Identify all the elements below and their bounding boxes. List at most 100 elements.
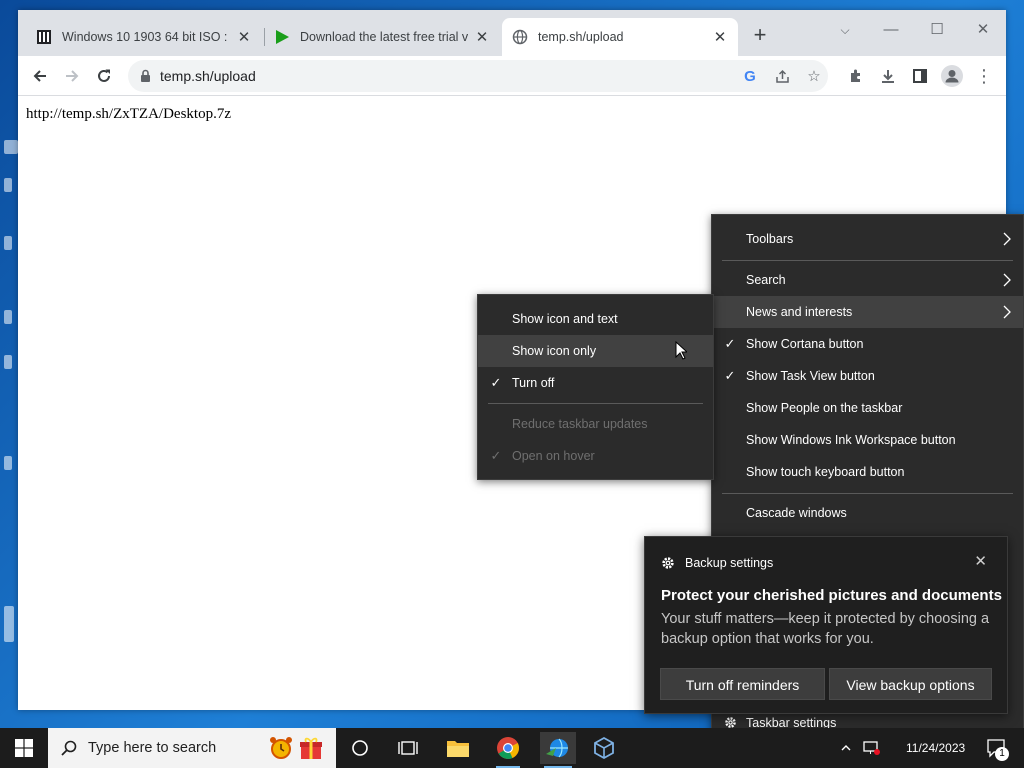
checkmark-icon: ✓ [490, 448, 502, 463]
app-globe-arrow-icon[interactable] [540, 732, 576, 768]
menu-item-toolbars[interactable]: Toolbars [712, 223, 1023, 255]
side-panel-icon[interactable] [906, 62, 934, 90]
back-button[interactable] [26, 62, 54, 90]
menu-item-show-cortana[interactable]: ✓ Show Cortana button [712, 328, 1023, 360]
checkmark-icon: ✓ [724, 336, 736, 351]
menu-item-label: Toolbars [746, 232, 794, 246]
url-text[interactable]: temp.sh/upload [160, 68, 256, 84]
desktop-icon-fragment[interactable] [4, 310, 12, 324]
toast-body: Your stuff matters—keep it protected by … [661, 611, 990, 647]
lock-icon[interactable] [140, 69, 151, 83]
extensions-icon[interactable] [842, 62, 870, 90]
menu-item-label: Show Windows Ink Workspace button [746, 433, 956, 447]
tab-download-trial[interactable]: Download the latest free trial ver ✕ [264, 18, 500, 56]
desktop-icon-fragment[interactable] [4, 606, 14, 642]
address-bar[interactable]: temp.sh/upload G ☆ [128, 60, 828, 92]
menu-item-label: Reduce taskbar updates [512, 417, 648, 431]
menu-item-cascade-windows[interactable]: Cascade windows [712, 497, 1023, 529]
archive-icon [36, 29, 52, 45]
menu-item-show-people[interactable]: Show People on the taskbar [712, 392, 1023, 424]
tab-strip: Windows 10 1903 64 bit ISO : M ✕ Downloa… [18, 10, 1006, 56]
chevron-up-icon[interactable] [836, 732, 856, 764]
back-arrow-icon [33, 70, 46, 82]
bookmark-star-icon[interactable]: ☆ [802, 64, 826, 88]
reload-button[interactable] [90, 62, 118, 90]
close-tab-icon[interactable]: ✕ [236, 28, 252, 46]
cortana-icon[interactable] [344, 732, 376, 764]
desktop-icon-fragment[interactable] [4, 456, 12, 470]
menu-item-news-and-interests[interactable]: News and interests [712, 296, 1023, 328]
start-button[interactable] [0, 728, 48, 768]
close-icon[interactable]: ✕ [974, 552, 987, 570]
mouse-cursor-icon [675, 341, 687, 360]
toast-title: Protect your cherished pictures and docu… [661, 587, 1002, 604]
file-explorer-icon[interactable] [442, 732, 474, 764]
task-view-icon[interactable] [392, 732, 424, 764]
maximize-button[interactable]: ☐ [914, 16, 960, 44]
desktop-icon-fragment[interactable] [4, 236, 12, 250]
close-window-button[interactable]: ✕ [960, 16, 1006, 44]
submenu-item-show-icon-and-text[interactable]: Show icon and text [478, 303, 713, 335]
menu-item-show-task-view[interactable]: ✓ Show Task View button [712, 360, 1023, 392]
reload-icon [98, 69, 110, 82]
menu-item-label: Cascade windows [746, 506, 847, 520]
kebab-menu-icon[interactable]: ⋮ [970, 62, 998, 90]
close-tab-icon[interactable]: ✕ [474, 28, 490, 46]
menu-item-label: Open on hover [512, 449, 595, 463]
taskbar: Type here to search 11/24/2023 1 [0, 728, 1024, 768]
taskbar-search-box[interactable]: Type here to search [48, 728, 336, 768]
tab-search-icon[interactable]: ⌵ [822, 16, 868, 44]
submenu-item-reduce-updates: Reduce taskbar updates [478, 408, 713, 440]
network-icon[interactable] [860, 732, 882, 764]
tab-title: temp.sh/upload [538, 30, 624, 44]
tab-windows-iso[interactable]: Windows 10 1903 64 bit ISO : M ✕ [26, 18, 262, 56]
menu-item-label: Show People on the taskbar [746, 401, 903, 415]
submenu-item-open-on-hover: ✓ Open on hover [478, 440, 713, 472]
menu-item-label: News and interests [746, 305, 853, 319]
menu-item-show-touch-keyboard[interactable]: Show touch keyboard button [712, 456, 1023, 488]
tab-title: Windows 10 1903 64 bit ISO : M [62, 30, 230, 44]
turn-off-reminders-button[interactable]: Turn off reminders [660, 668, 825, 700]
forward-arrow-icon [66, 70, 79, 82]
alarm-clock-icon[interactable] [268, 735, 294, 766]
new-tab-button[interactable]: + [748, 24, 772, 46]
tab-temp-sh[interactable]: temp.sh/upload ✕ [502, 18, 738, 56]
download-icon[interactable] [874, 62, 902, 90]
search-placeholder: Type here to search [88, 740, 217, 756]
desktop-icon-fragment[interactable] [4, 140, 18, 154]
minimize-button[interactable]: — [868, 16, 914, 44]
forward-button[interactable] [58, 62, 86, 90]
globe-icon [512, 29, 528, 45]
news-interests-submenu: Show icon and text Show icon only ✓ Turn… [477, 294, 714, 480]
submenu-item-turn-off[interactable]: ✓ Turn off [478, 367, 713, 399]
toast-app-name: Backup settings [685, 556, 774, 570]
close-tab-icon[interactable]: ✕ [712, 28, 728, 46]
windows-logo-icon [15, 739, 33, 757]
share-icon[interactable] [770, 64, 794, 88]
view-backup-options-button[interactable]: View backup options [829, 668, 992, 700]
play-icon [274, 29, 290, 45]
chevron-right-icon [1003, 232, 1011, 246]
menu-item-label: Show icon and text [512, 312, 618, 326]
checkmark-icon: ✓ [724, 368, 736, 383]
menu-separator [722, 493, 1013, 494]
virtualbox-icon[interactable] [588, 732, 620, 764]
desktop-icon-fragment[interactable] [4, 178, 12, 192]
notification-count-badge: 1 [995, 747, 1009, 761]
browser-toolbar: temp.sh/upload G ☆ ⋮ [18, 56, 1006, 96]
menu-item-search[interactable]: Search [712, 264, 1023, 296]
notification-center-icon[interactable]: 1 [984, 732, 1010, 764]
backup-toast-notification: Backup settings ✕ Protect your cherished… [644, 536, 1008, 714]
menu-separator [722, 260, 1013, 261]
menu-item-label: Turn off [512, 376, 555, 390]
gift-icon[interactable] [298, 735, 324, 766]
chevron-right-icon [1003, 305, 1011, 319]
profile-avatar[interactable] [938, 62, 966, 90]
gear-icon [662, 557, 674, 569]
upload-link-text[interactable]: http://temp.sh/ZxTZA/Desktop.7z [26, 106, 231, 123]
desktop-icon-fragment[interactable] [4, 355, 12, 369]
google-translate-icon[interactable]: G [738, 64, 762, 88]
menu-item-show-ink-workspace[interactable]: Show Windows Ink Workspace button [712, 424, 1023, 456]
chrome-icon[interactable] [492, 732, 524, 768]
taskbar-date[interactable]: 11/24/2023 [906, 741, 965, 755]
